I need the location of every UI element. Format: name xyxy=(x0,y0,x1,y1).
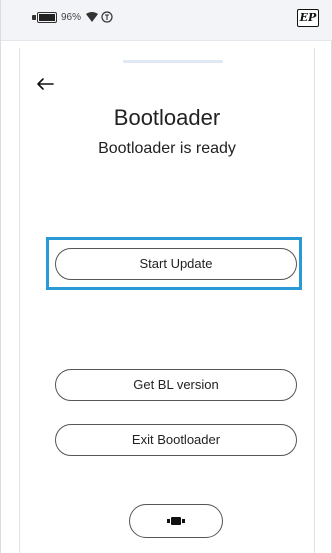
ep-logo-icon[interactable]: EP xyxy=(297,9,319,27)
alarm-icon xyxy=(101,11,113,23)
get-bl-version-button[interactable]: Get BL version xyxy=(55,369,297,401)
connector-icon xyxy=(167,517,185,525)
battery-percentage: 96% xyxy=(61,12,82,23)
page-subtitle: Bootloader is ready xyxy=(98,140,236,157)
start-update-button[interactable]: Start Update xyxy=(55,248,297,280)
phone-frame: 96% EP Bootloader Bootloader is ready St… xyxy=(0,0,332,553)
top-notch-indicator xyxy=(123,60,223,63)
page-title: Bootloader xyxy=(113,105,221,130)
exit-bootloader-button[interactable]: Exit Bootloader xyxy=(55,424,297,456)
back-arrow-icon[interactable] xyxy=(35,76,55,92)
status-bar: 96% EP xyxy=(1,0,332,41)
wifi-icon xyxy=(86,12,98,22)
battery-fill xyxy=(39,14,55,21)
connection-button[interactable] xyxy=(129,504,223,538)
battery-icon xyxy=(37,12,57,23)
battery-tip xyxy=(32,15,36,20)
